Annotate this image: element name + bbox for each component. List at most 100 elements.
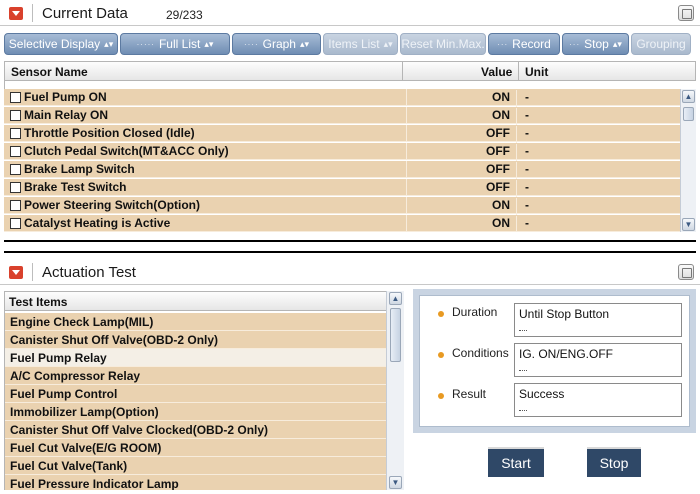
sensor-name-column[interactable]: Sensor Name bbox=[11, 65, 88, 79]
list-item[interactable]: Canister Shut Off Valve(OBD-2 Only) bbox=[5, 331, 386, 349]
list-item[interactable]: Engine Check Lamp(MIL) bbox=[5, 313, 386, 331]
section-divider bbox=[4, 251, 696, 253]
row-checkbox[interactable] bbox=[10, 200, 21, 211]
sensor-value: ON bbox=[406, 197, 514, 214]
scroll-thumb[interactable] bbox=[683, 107, 694, 121]
scroll-up-icon[interactable]: ▲ bbox=[682, 90, 695, 103]
table-row[interactable]: Catalyst Heating is Active ON - bbox=[4, 215, 680, 232]
table-spacer bbox=[4, 81, 680, 89]
stop-button[interactable]: Stop bbox=[587, 447, 641, 477]
header-separator bbox=[32, 263, 33, 281]
spinner-icon: ▴▾ bbox=[299, 38, 310, 49]
table-row[interactable]: Main Relay ON ON - bbox=[4, 107, 680, 125]
graph-label: Graph bbox=[262, 37, 296, 51]
items-list-button[interactable]: Items List ▴▾ bbox=[323, 33, 398, 55]
stop-record-button[interactable]: ··· Stop ▴▾ bbox=[562, 33, 629, 55]
table-row[interactable]: Fuel Pump ON ON - bbox=[4, 89, 680, 107]
sensor-unit: - bbox=[516, 108, 676, 125]
spinner-icon: ▴▾ bbox=[383, 38, 393, 49]
scroll-down-icon[interactable]: ▼ bbox=[389, 476, 402, 489]
table-row[interactable]: Clutch Pedal Switch(MT&ACC Only) OFF - bbox=[4, 143, 680, 161]
sensor-unit: - bbox=[516, 216, 676, 232]
selective-display-button[interactable]: Selective Display ▴▾ bbox=[4, 33, 118, 55]
sensor-name: Catalyst Heating is Active bbox=[24, 216, 171, 230]
list-item[interactable]: Immobilizer Lamp(Option) bbox=[5, 403, 386, 421]
row-checkbox[interactable] bbox=[10, 92, 21, 103]
scroll-down-icon[interactable]: ▼ bbox=[682, 218, 695, 231]
collapse-icon[interactable] bbox=[9, 266, 23, 279]
row-checkbox[interactable] bbox=[10, 128, 21, 139]
list-item[interactable]: Fuel Pressure Indicator Lamp bbox=[5, 475, 386, 490]
test-info-box: Duration Until Stop Button Conditions IG… bbox=[419, 295, 690, 427]
test-info-panel: Duration Until Stop Button Conditions IG… bbox=[413, 289, 696, 433]
record-button[interactable]: ··· Record bbox=[488, 33, 560, 55]
duration-label: Duration bbox=[452, 305, 498, 319]
header-separator bbox=[32, 4, 33, 22]
spinner-icon: ▴▾ bbox=[204, 38, 214, 49]
full-list-label: Full List bbox=[158, 37, 201, 51]
start-button[interactable]: Start bbox=[488, 447, 544, 477]
list-item[interactable]: Canister Shut Off Valve Clocked(OBD-2 On… bbox=[5, 421, 386, 439]
sensor-value: ON bbox=[406, 215, 514, 232]
unit-column[interactable]: Unit bbox=[525, 65, 548, 79]
sensor-name: Main Relay ON bbox=[24, 108, 109, 122]
scroll-thumb[interactable] bbox=[390, 308, 401, 362]
spinner-icon: ▴▾ bbox=[104, 38, 114, 49]
collapse-icon[interactable] bbox=[9, 7, 23, 20]
maximize-icon[interactable] bbox=[678, 264, 694, 280]
list-item[interactable]: Fuel Cut Valve(Tank) bbox=[5, 457, 386, 475]
scroll-up-icon[interactable]: ▲ bbox=[389, 292, 402, 305]
sensor-unit: - bbox=[516, 126, 676, 143]
actuation-test-header: Actuation Test bbox=[0, 259, 700, 285]
sensor-scrollbar[interactable]: ▲ ▼ bbox=[680, 89, 696, 232]
dots-icon: ··· bbox=[569, 39, 581, 49]
value-column[interactable]: Value bbox=[481, 65, 512, 79]
spinner-icon: ▴▾ bbox=[612, 38, 622, 49]
actuation-test-title: Actuation Test bbox=[42, 264, 136, 281]
list-item[interactable]: Fuel Pump Control bbox=[5, 385, 386, 403]
sensor-name: Fuel Pump ON bbox=[24, 90, 107, 104]
section-divider bbox=[4, 240, 696, 242]
list-item[interactable]: Fuel Cut Valve(E/G ROOM) bbox=[5, 439, 386, 457]
maximize-icon[interactable] bbox=[678, 5, 694, 21]
table-row[interactable]: Brake Test Switch OFF - bbox=[4, 179, 680, 197]
grouping-label: Grouping bbox=[636, 37, 686, 51]
duration-field: Until Stop Button bbox=[514, 303, 682, 337]
conditions-field: IG. ON/ENG.OFF bbox=[514, 343, 682, 377]
list-item-selected[interactable]: Fuel Pump Relay bbox=[5, 349, 386, 367]
result-field: Success bbox=[514, 383, 682, 417]
sensor-name: Power Steering Switch(Option) bbox=[24, 198, 201, 212]
dots-icon: ··· bbox=[497, 39, 509, 49]
table-row[interactable]: Brake Lamp Switch OFF - bbox=[4, 161, 680, 179]
row-checkbox[interactable] bbox=[10, 146, 21, 157]
sensor-value: OFF bbox=[406, 125, 514, 142]
row-checkbox[interactable] bbox=[10, 182, 21, 193]
test-items-list: Engine Check Lamp(MIL) Canister Shut Off… bbox=[4, 311, 386, 490]
test-items-scrollbar[interactable]: ▲ ▼ bbox=[386, 291, 404, 490]
record-label: Record bbox=[512, 37, 551, 51]
full-list-button[interactable]: ····· Full List ▴▾ bbox=[120, 33, 230, 55]
table-row[interactable]: Power Steering Switch(Option) ON - bbox=[4, 197, 680, 215]
graph-button[interactable]: ···· Graph ▴▾ bbox=[232, 33, 321, 55]
sensor-value: OFF bbox=[406, 143, 514, 160]
grouping-button[interactable]: Grouping bbox=[631, 33, 691, 55]
row-checkbox[interactable] bbox=[10, 164, 21, 175]
sensor-name: Brake Test Switch bbox=[24, 180, 127, 194]
sensor-unit: - bbox=[516, 90, 676, 107]
sensor-value: OFF bbox=[406, 179, 514, 196]
sensor-value: ON bbox=[406, 89, 514, 106]
row-checkbox[interactable] bbox=[10, 218, 21, 229]
column-divider bbox=[402, 62, 403, 80]
sensor-value: OFF bbox=[406, 161, 514, 178]
result-label: Result bbox=[452, 387, 487, 401]
sensor-unit: - bbox=[516, 198, 676, 215]
row-checkbox[interactable] bbox=[10, 110, 21, 121]
current-data-title: Current Data bbox=[42, 5, 128, 22]
list-item[interactable]: A/C Compressor Relay bbox=[5, 367, 386, 385]
reset-min-max-button[interactable]: Reset Min.Max. bbox=[400, 33, 486, 55]
current-data-header: Current Data 29/233 bbox=[0, 0, 700, 26]
column-divider bbox=[518, 62, 519, 80]
sensor-unit: - bbox=[516, 162, 676, 179]
table-row[interactable]: Throttle Position Closed (Idle) OFF - bbox=[4, 125, 680, 143]
test-items-header: Test Items bbox=[4, 291, 404, 311]
